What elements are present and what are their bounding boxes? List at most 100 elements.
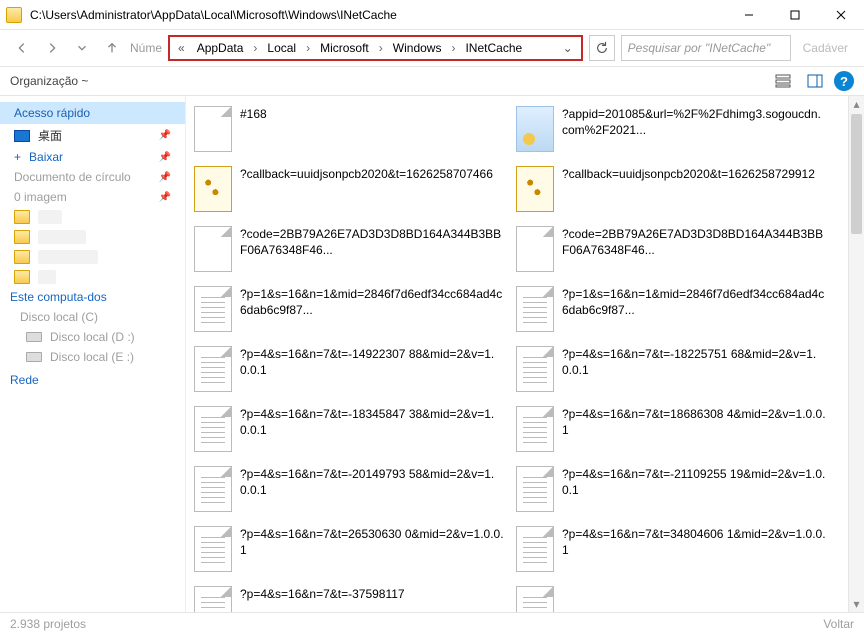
file-item[interactable]: ?callback=uuidjsonpcb2020&t=162625870746…: [194, 166, 504, 212]
crumb-appdata[interactable]: AppData: [191, 39, 250, 57]
sidebar-item-label: Disco local (E :): [50, 350, 134, 364]
file-item[interactable]: ?p=4&s=16&n=7&t=18686308 4&mid=2&v=1.0.0…: [516, 406, 826, 452]
address-dropdown-icon[interactable]: ⌄: [559, 41, 577, 55]
txt-file-icon: [516, 466, 554, 512]
sidebar-item-label: Baixar: [29, 150, 63, 164]
folder-icon: [14, 270, 30, 284]
file-item[interactable]: ?callback=uuidjsonpcb2020&t=162625872991…: [516, 166, 826, 212]
sidebar-quick-access[interactable]: Acesso rápido: [0, 102, 185, 124]
chevron-right-icon: ›: [449, 41, 457, 55]
view-list-icon[interactable]: [770, 70, 796, 92]
sidebar-item-desktop[interactable]: 桌面📌: [0, 124, 185, 147]
file-item[interactable]: ?p=1&s=16&n=1&mid=2846f7d6edf34cc684ad4c…: [194, 286, 504, 332]
crumb-windows[interactable]: Windows: [387, 39, 448, 57]
file-name: ?code=2BB79A26E7AD3D3D8BD164A344B3BBF06A…: [240, 226, 504, 258]
number-label: Núme: [130, 41, 162, 55]
sidebar-network[interactable]: Rede: [0, 367, 185, 389]
file-item[interactable]: ?p=4&s=16&n=7&t=34804606 1&mid=2&v=1.0.0…: [516, 526, 826, 572]
scroll-up-icon[interactable]: ▴: [849, 96, 864, 112]
file-item[interactable]: ?p=4&s=16&n=7&t=-18345847 38&mid=2&v=1.0…: [194, 406, 504, 452]
file-name: ?p=4&s=16&n=7&t=-18345847 38&mid=2&v=1.0…: [240, 406, 504, 438]
maximize-button[interactable]: [772, 0, 818, 30]
search-input[interactable]: Pesquisar por "INetCache": [621, 35, 791, 61]
sidebar-item-images[interactable]: 0 imagem📌: [0, 187, 185, 207]
recent-dropdown[interactable]: [70, 36, 94, 60]
file-item[interactable]: ?p=4&s=16&n=7&t=-14922307 88&mid=2&v=1.0…: [194, 346, 504, 392]
main-content: Acesso rápido 桌面📌 +Baixar📌 Documento de …: [0, 96, 864, 612]
txt-file-icon: [516, 526, 554, 572]
sidebar-item-label: xxxx: [38, 210, 62, 224]
sidebar-item-label: Disco local (D :): [50, 330, 135, 344]
minimize-button[interactable]: [726, 0, 772, 30]
file-name: ?p=4&s=16&n=7&t=-18225751 68&mid=2&v=1.0…: [562, 346, 826, 378]
back-button[interactable]: [10, 36, 34, 60]
file-item[interactable]: ?appid=201085&url=%2F%2Fdhimg3.sogoucdn.…: [516, 106, 826, 152]
chevron-right-icon: ›: [251, 41, 259, 55]
file-item[interactable]: ?p=4&s=16&n=7&t=-20149793 58&mid=2&v=1.0…: [194, 466, 504, 512]
vertical-scrollbar[interactable]: ▴ ▾: [848, 96, 864, 612]
file-item[interactable]: ?p=4&s=16&n=7&t=-21109255 19&mid=2&v=1.0…: [516, 466, 826, 512]
file-item[interactable]: ?p=4&s=16&n=7&t=-37598117: [194, 586, 504, 612]
status-bar: 2.938 projetos Voltar: [0, 612, 864, 634]
chevron-right-icon: ›: [377, 41, 385, 55]
pin-icon: 📌: [159, 152, 171, 163]
window-title: C:\Users\Administrator\AppData\Local\Mic…: [30, 8, 726, 22]
file-name: ?p=4&s=16&n=7&t=-21109255 19&mid=2&v=1.0…: [562, 466, 826, 498]
back-label: Voltar: [823, 617, 854, 631]
scrollbar-thumb[interactable]: [851, 114, 862, 234]
sidebar-local-c[interactable]: Disco local (C): [0, 307, 185, 327]
sidebar-folder-4[interactable]: xxx: [0, 267, 185, 287]
disk-icon: [26, 352, 42, 362]
refresh-button[interactable]: [589, 35, 615, 61]
breadcrumb[interactable]: « AppData› Local› Microsoft› Windows› IN…: [168, 35, 583, 61]
breadcrumb-overflow-icon[interactable]: «: [174, 41, 189, 55]
crumb-inetcache[interactable]: INetCache: [459, 39, 528, 57]
sidebar-item-label: 桌面: [38, 127, 62, 144]
sidebar-local-e[interactable]: Disco local (E :): [0, 347, 185, 367]
sidebar-folder-2[interactable]: xxxxxxxx: [0, 227, 185, 247]
txt-file-icon: [194, 286, 232, 332]
folder-icon: [14, 230, 30, 244]
file-name: ?p=4&s=16&n=7&t=18686308 4&mid=2&v=1.0.0…: [562, 406, 826, 438]
sidebar-folder-1[interactable]: xxxx: [0, 207, 185, 227]
crumb-local[interactable]: Local: [261, 39, 302, 57]
file-item[interactable]: ?p=4&s=16&n=7&t=26530630 0&mid=2&v=1.0.0…: [194, 526, 504, 572]
sidebar-item-label: xxx: [38, 270, 56, 284]
scroll-down-icon[interactable]: ▾: [849, 596, 864, 612]
crumb-microsoft[interactable]: Microsoft: [314, 39, 375, 57]
help-icon[interactable]: ?: [834, 71, 854, 91]
txt-file-icon: [516, 586, 554, 612]
chevron-right-icon: ›: [304, 41, 312, 55]
file-name: ?p=1&s=16&n=1&mid=2846f7d6edf34cc684ad4c…: [562, 286, 826, 318]
sidebar-item-documents[interactable]: Documento de círculo📌: [0, 167, 185, 187]
up-button[interactable]: [100, 36, 124, 60]
blank-file-icon: [194, 226, 232, 272]
script-file-icon: [516, 166, 554, 212]
file-list[interactable]: #168 ?appid=201085&url=%2F%2Fdhimg3.sogou…: [186, 96, 864, 612]
file-name: ?callback=uuidjsonpcb2020&t=162625870746…: [240, 166, 493, 182]
file-name: ?code=2BB79A26E7AD3D3D8BD164A344B3BBF06A…: [562, 226, 826, 258]
file-name: ?p=4&s=16&n=7&t=34804606 1&mid=2&v=1.0.0…: [562, 526, 826, 558]
preview-pane-icon[interactable]: [802, 70, 828, 92]
file-item[interactable]: ?code=2BB79A26E7AD3D3D8BD164A344B3BBF06A…: [516, 226, 826, 272]
sidebar-this-pc[interactable]: Este computa-dos: [0, 287, 185, 307]
file-name: ?p=4&s=16&n=7&t=26530630 0&mid=2&v=1.0.0…: [240, 526, 504, 558]
sidebar-local-d[interactable]: Disco local (D :): [0, 327, 185, 347]
title-bar: C:\Users\Administrator\AppData\Local\Mic…: [0, 0, 864, 30]
file-item[interactable]: #168: [194, 106, 504, 152]
file-item[interactable]: ?code=2BB79A26E7AD3D3D8BD164A344B3BBF06A…: [194, 226, 504, 272]
file-name: ?p=1&s=16&n=1&mid=2846f7d6edf34cc684ad4c…: [240, 286, 504, 318]
sidebar-folder-3[interactable]: xxxxxxxxxx: [0, 247, 185, 267]
file-item[interactable]: [516, 586, 826, 612]
img-file-icon: [516, 106, 554, 152]
forward-button[interactable]: [40, 36, 64, 60]
sidebar-item-downloads[interactable]: +Baixar📌: [0, 147, 185, 167]
close-button[interactable]: [818, 0, 864, 30]
file-name: ?appid=201085&url=%2F%2Fdhimg3.sogoucdn.…: [562, 106, 826, 138]
txt-file-icon: [516, 286, 554, 332]
sidebar: Acesso rápido 桌面📌 +Baixar📌 Documento de …: [0, 96, 186, 612]
file-item[interactable]: ?p=1&s=16&n=1&mid=2846f7d6edf34cc684ad4c…: [516, 286, 826, 332]
organize-menu[interactable]: Organização ~: [10, 74, 88, 88]
item-count: 2.938 projetos: [10, 617, 86, 631]
file-item[interactable]: ?p=4&s=16&n=7&t=-18225751 68&mid=2&v=1.0…: [516, 346, 826, 392]
